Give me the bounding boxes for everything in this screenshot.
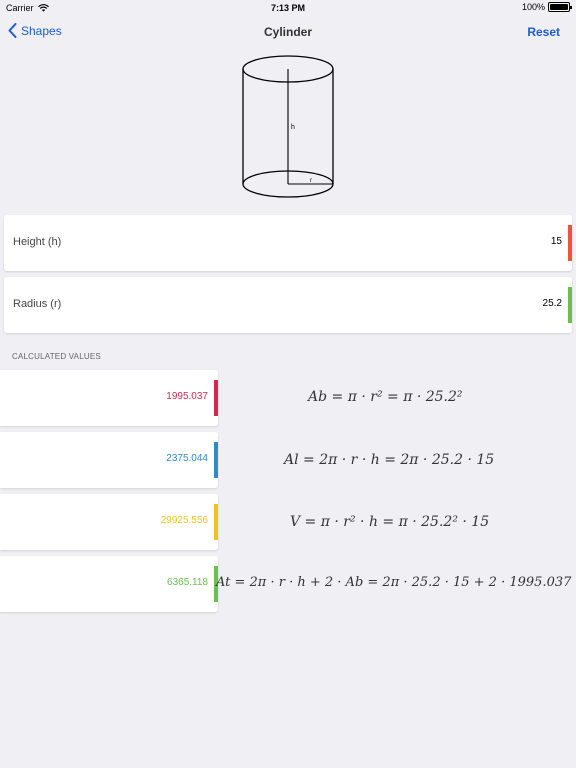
base-area-accent-bar — [214, 380, 218, 416]
height-input-row[interactable]: Height (h) 15 — [4, 215, 572, 271]
radius-diagram-label: r — [310, 178, 312, 184]
base-area-formula: Ab = π · r² = π · 25.2² — [308, 389, 463, 405]
result-row-base-area: 1995.037 — [0, 370, 218, 426]
volume-value: 29925.556 — [160, 515, 208, 526]
section-header: CALCULATED VALUES — [12, 352, 101, 361]
radius-label: Radius (r) — [13, 298, 62, 310]
battery-icon — [548, 2, 572, 12]
nav-bar: Shapes Cylinder Reset — [0, 16, 576, 48]
total-area-value: 6365.118 — [167, 577, 208, 588]
battery-percent: 100% — [521, 2, 545, 12]
height-accent-bar — [568, 225, 572, 261]
status-bar: Carrier 7:13 PM 100% — [0, 0, 576, 16]
height-label: Height (h) — [13, 236, 62, 248]
status-time: 7:13 PM — [270, 3, 305, 13]
total-area-formula: At = 2π · r · h + 2 · Ab = 2π · 25.2 · 1… — [216, 575, 572, 590]
result-row-lateral-area: 2375.044 — [0, 432, 218, 488]
volume-accent-bar — [214, 504, 218, 540]
lateral-area-value: 2375.044 — [166, 453, 208, 464]
radius-input-row[interactable]: Radius (r) 25.2 — [4, 277, 572, 333]
result-row-total-area: 6365.118 — [0, 556, 218, 612]
reset-button[interactable]: Reset — [527, 25, 560, 39]
battery-fill — [550, 4, 568, 10]
lateral-area-formula: Al = 2π · r · h = 2π · 25.2 · 15 — [284, 452, 495, 468]
page-title: Cylinder — [263, 25, 312, 39]
height-diagram-label: h — [291, 124, 295, 131]
lateral-area-accent-bar — [214, 442, 218, 478]
radius-input[interactable]: 25.2 — [543, 298, 562, 309]
status-battery: 100% — [521, 2, 572, 12]
cylinder-diagram: h r — [242, 55, 334, 198]
result-row-volume: 29925.556 — [0, 494, 218, 550]
base-area-value: 1995.037 — [166, 391, 208, 402]
radius-accent-bar — [568, 287, 572, 323]
volume-formula: V = π · r² · h = π · 25.2² · 15 — [290, 514, 490, 530]
height-input[interactable]: 15 — [551, 236, 562, 247]
